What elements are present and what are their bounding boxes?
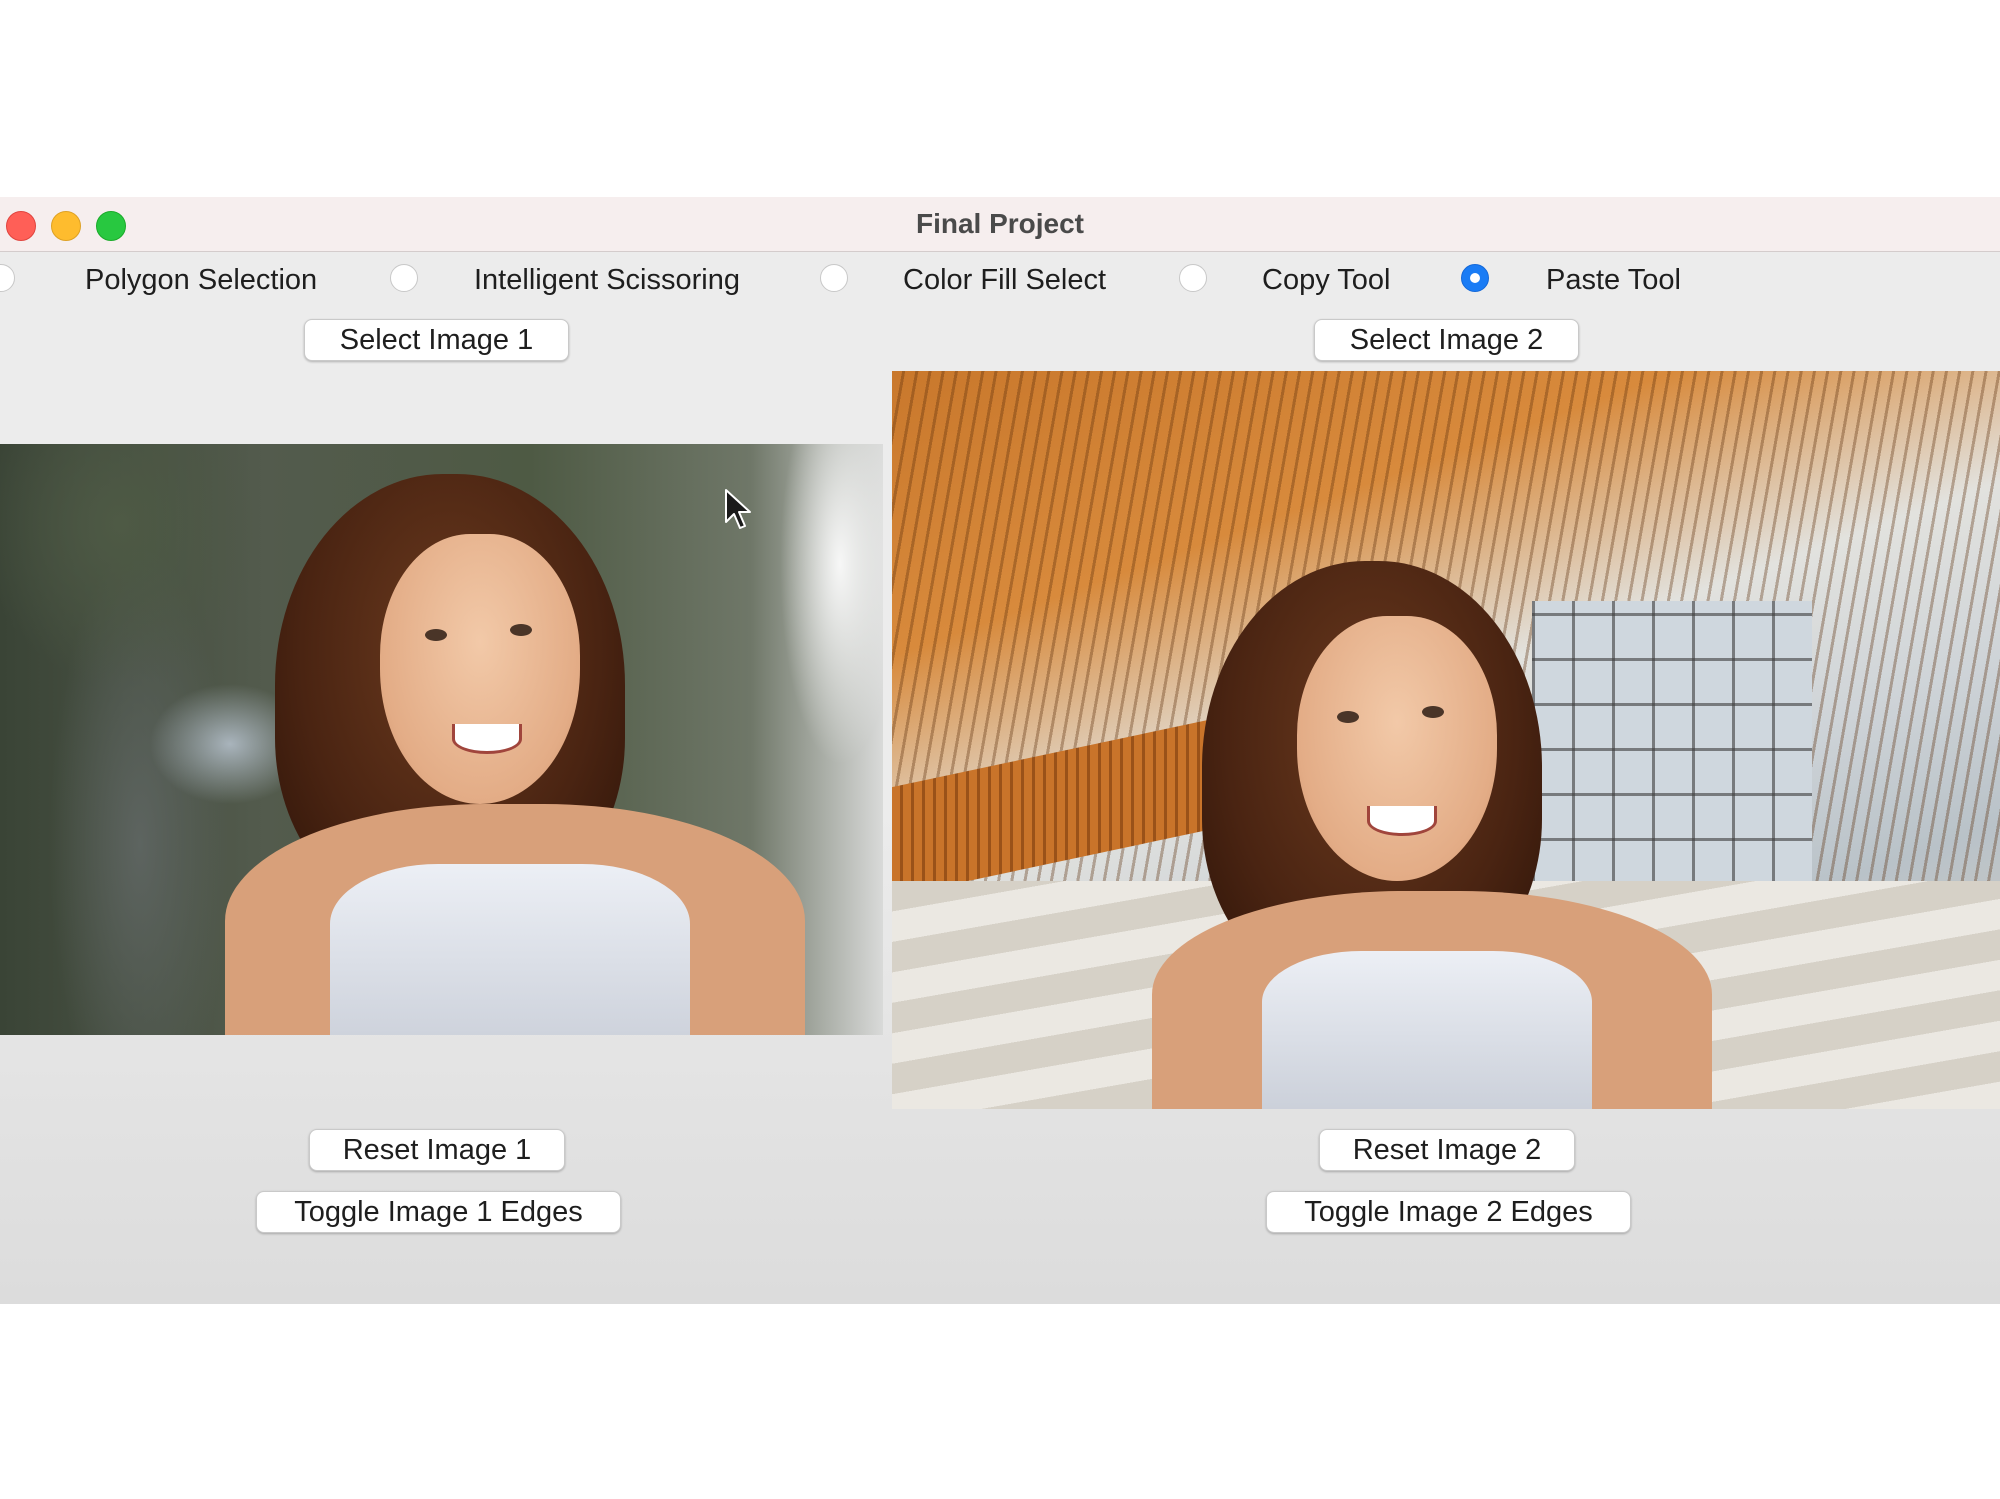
pasted-portrait	[1122, 561, 1722, 1109]
portrait-photo	[0, 444, 883, 1035]
image-1-canvas[interactable]	[0, 444, 883, 1035]
image-2-canvas[interactable]	[892, 371, 2000, 1109]
tool-option-copy-tool[interactable]: Copy Tool	[1179, 257, 1439, 303]
app-window: Final Project Polygon Selection Intellig…	[0, 197, 2000, 1304]
radio-label: Paste Tool	[1546, 264, 1681, 296]
radio-intelligent-scissoring[interactable]	[390, 264, 418, 292]
window-title: Final Project	[915, 208, 1085, 239]
toggle-image-2-edges-button[interactable]: Toggle Image 2 Edges	[1266, 1191, 1631, 1233]
radio-color-fill-select[interactable]	[820, 264, 848, 292]
tool-option-paste-tool[interactable]: Paste Tool	[1461, 257, 1721, 303]
radio-label: Copy Tool	[1262, 264, 1391, 296]
tool-option-color-fill-select[interactable]: Color Fill Select	[820, 257, 1140, 303]
tool-radio-group: Polygon Selection Intelligent Scissoring…	[0, 257, 2000, 303]
tool-option-intelligent-scissoring[interactable]: Intelligent Scissoring	[390, 257, 790, 303]
radio-polygon-selection[interactable]	[0, 264, 15, 292]
radio-label: Polygon Selection	[85, 264, 318, 296]
reset-image-1-button[interactable]: Reset Image 1	[309, 1129, 565, 1171]
select-image-1-button[interactable]: Select Image 1	[304, 319, 569, 361]
tool-option-polygon-selection[interactable]: Polygon Selection	[0, 257, 350, 303]
title-bar: Final Project	[0, 197, 2000, 252]
arrow-cursor-icon	[725, 489, 751, 529]
reset-image-2-button[interactable]: Reset Image 2	[1319, 1129, 1575, 1171]
select-image-2-button[interactable]: Select Image 2	[1314, 319, 1579, 361]
toggle-image-1-edges-button[interactable]: Toggle Image 1 Edges	[256, 1191, 621, 1233]
radio-copy-tool[interactable]	[1179, 264, 1207, 292]
radio-paste-tool[interactable]	[1461, 264, 1489, 292]
radio-label: Color Fill Select	[903, 264, 1107, 296]
radio-label: Intelligent Scissoring	[474, 264, 740, 296]
